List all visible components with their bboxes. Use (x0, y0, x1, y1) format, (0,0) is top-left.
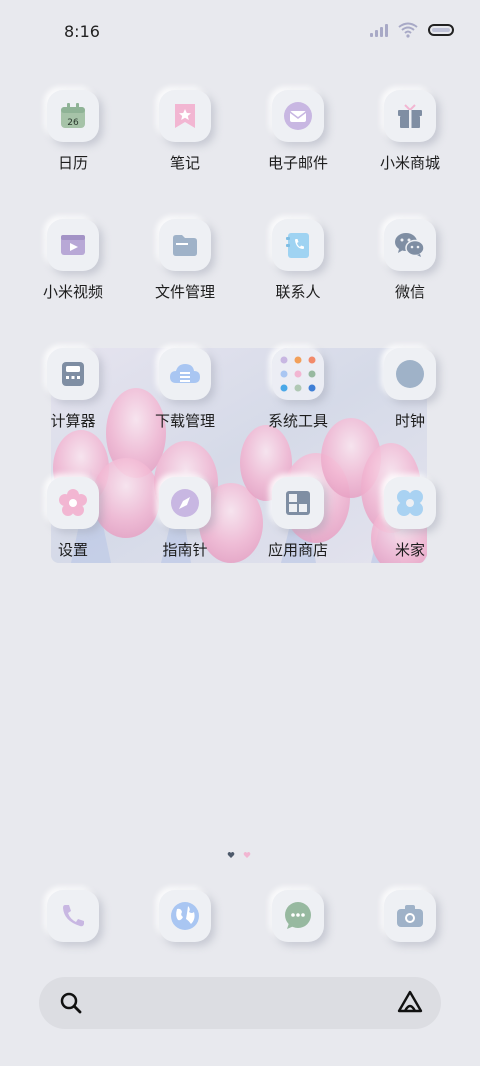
app-label: 指南针 (162, 541, 208, 559)
dock-messages[interactable] (250, 890, 346, 942)
app-label: 应用商店 (267, 541, 328, 559)
settings-flower-icon (47, 477, 99, 529)
camera-icon (384, 890, 436, 942)
battery-icon (428, 24, 454, 36)
bookmark-star-icon (159, 90, 211, 142)
app-label: 时钟 (394, 412, 425, 430)
app-clock[interactable]: 时钟 (362, 348, 458, 431)
app-wechat[interactable]: 微信 (362, 219, 458, 302)
app-label: 文件管理 (154, 283, 215, 301)
dock-phone[interactable] (25, 890, 121, 942)
clock-icon (384, 348, 436, 400)
status-icons (370, 22, 454, 38)
app-app-store[interactable]: 应用商店 (250, 477, 346, 560)
app-notes[interactable]: 笔记 (137, 90, 233, 173)
page-indicator (227, 851, 251, 859)
video-icon (47, 219, 99, 271)
folder-grid-icon (272, 348, 324, 400)
dock-browser[interactable] (137, 890, 233, 942)
app-label: 小米商城 (379, 154, 440, 172)
wifi-icon (398, 22, 418, 38)
app-label: 米家 (394, 541, 425, 559)
messages-icon (272, 890, 324, 942)
app-label: 微信 (394, 283, 425, 301)
app-mi-store[interactable]: 小米商城 (362, 90, 458, 173)
app-label: 系统工具 (267, 412, 328, 430)
mi-home-icon (384, 477, 436, 529)
dock-camera[interactable] (362, 890, 458, 942)
status-bar: 8:16 (0, 0, 480, 60)
gift-icon (384, 90, 436, 142)
browser-icon (159, 890, 211, 942)
contacts-icon (272, 219, 324, 271)
app-label: 日历 (57, 154, 88, 172)
search-icon (60, 992, 82, 1014)
wechat-icon (384, 219, 436, 271)
app-label: 联系人 (275, 283, 321, 301)
app-downloads[interactable]: 下载管理 (137, 348, 233, 431)
app-store-icon (272, 477, 324, 529)
page-dot (243, 851, 251, 858)
page-dot-active (227, 851, 235, 858)
app-settings[interactable]: 设置 (25, 477, 121, 560)
signal-icon (370, 23, 388, 37)
app-calendar[interactable]: 26 日历 (25, 90, 121, 173)
app-email[interactable]: 电子邮件 (250, 90, 346, 173)
email-icon (272, 90, 324, 142)
folder-system-tools[interactable]: 系统工具 (250, 348, 346, 431)
app-label: 设置 (57, 541, 88, 559)
search-bar[interactable] (39, 977, 441, 1029)
calendar-icon: 26 (47, 90, 99, 142)
app-label: 小米视频 (42, 283, 103, 301)
app-mi-home[interactable]: 米家 (362, 477, 458, 560)
folder-icon (159, 219, 211, 271)
app-label: 计算器 (50, 412, 96, 430)
app-label: 笔记 (169, 154, 200, 172)
status-time: 8:16 (64, 22, 100, 41)
app-compass[interactable]: 指南针 (137, 477, 233, 560)
phone-icon (47, 890, 99, 942)
app-calculator[interactable]: 计算器 (25, 348, 121, 431)
app-file-manager[interactable]: 文件管理 (137, 219, 233, 302)
calendar-date: 26 (67, 118, 79, 128)
calculator-icon (47, 348, 99, 400)
app-label: 下载管理 (154, 412, 215, 430)
app-contacts[interactable]: 联系人 (250, 219, 346, 302)
app-label: 电子邮件 (267, 154, 328, 172)
compass-icon (159, 477, 211, 529)
ai-assistant-icon[interactable] (397, 989, 423, 1015)
app-mi-video[interactable]: 小米视频 (25, 219, 121, 302)
cloud-download-icon (159, 348, 211, 400)
